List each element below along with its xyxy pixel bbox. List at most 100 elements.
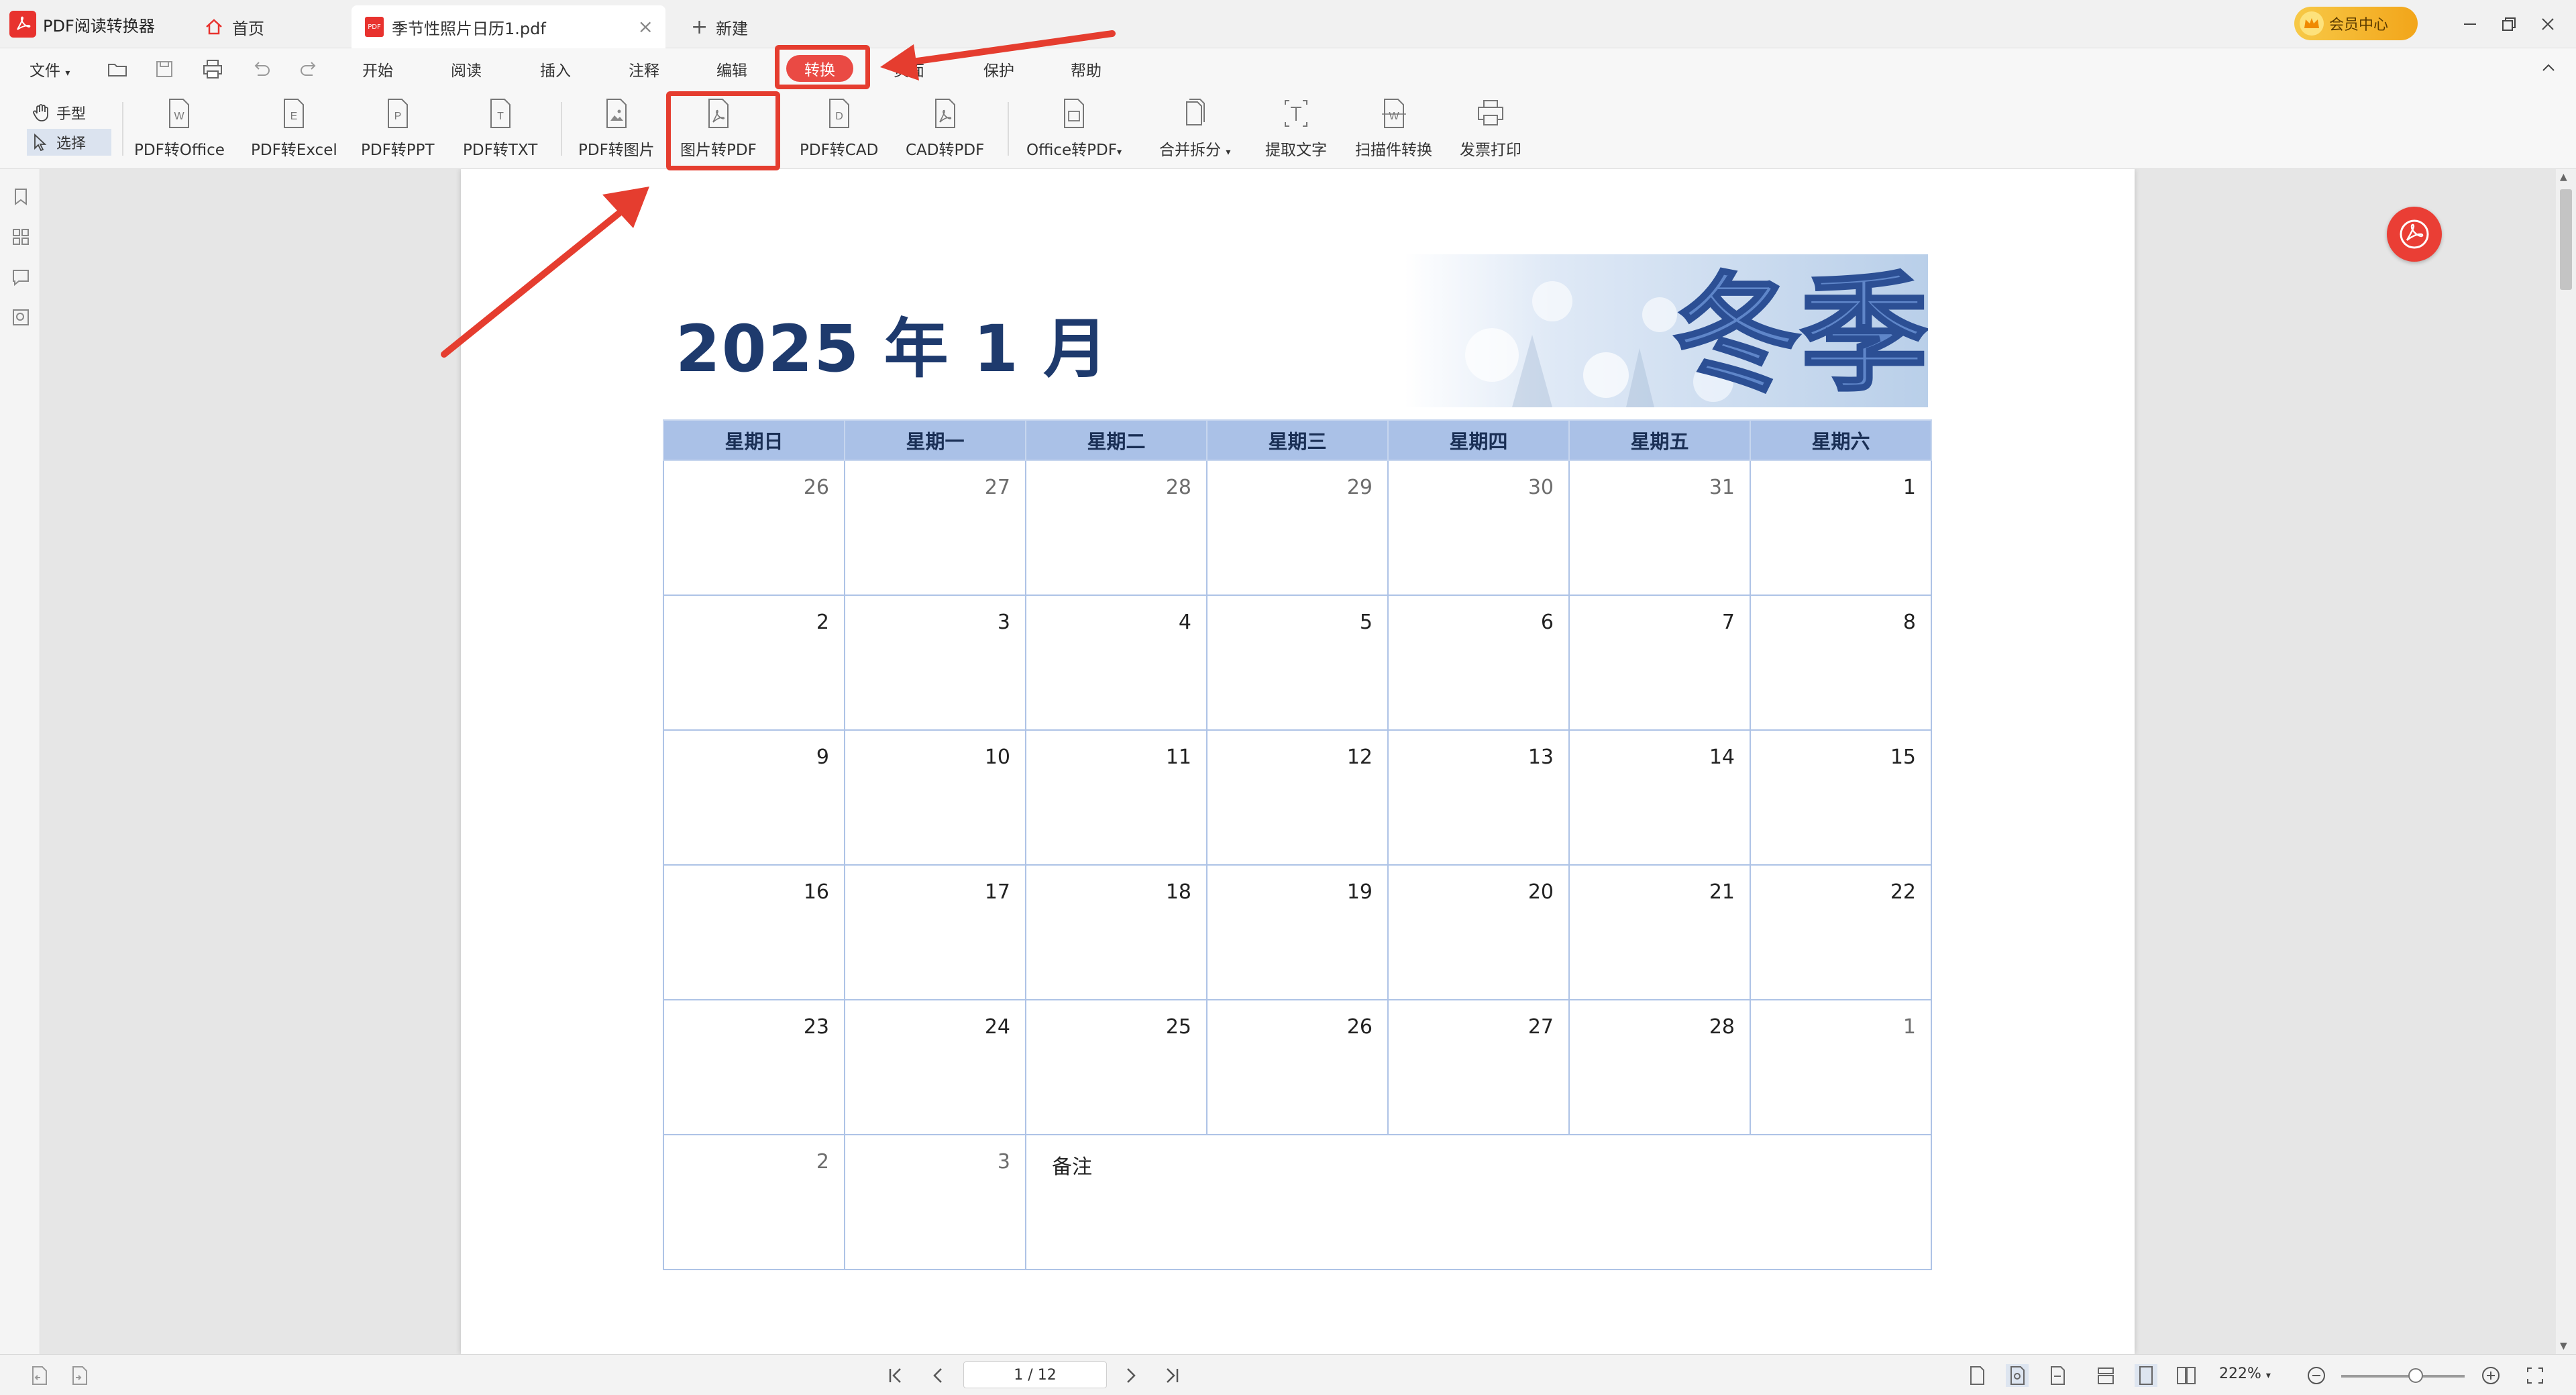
day-cell: 3 — [844, 595, 1026, 731]
day-cell: 16 — [663, 864, 845, 1000]
vertical-scrollbar[interactable]: ▲ ▼ — [2556, 169, 2576, 1354]
day-cell: 27 — [1387, 999, 1570, 1135]
pdf-to-txt-button[interactable]: T PDF转TXT — [463, 97, 537, 160]
menu-file[interactable]: 文件 ▾ — [30, 58, 70, 81]
scan-convert-button[interactable]: W 扫描件转换 — [1355, 97, 1432, 160]
tab-new[interactable]: + 新建 — [678, 5, 761, 48]
day-cell: 6 — [1387, 595, 1570, 731]
menu-help[interactable]: 帮助 — [1071, 58, 1102, 81]
scrollbar-thumb[interactable] — [2560, 189, 2572, 290]
undo-icon — [254, 62, 270, 76]
day-cell: 22 — [1750, 864, 1932, 1000]
document-view[interactable]: 2025 年 1 月 冬季 星期日 星期一 星期二 星期三 星期四 星期五 星期… — [40, 169, 2556, 1354]
restore-button[interactable] — [2494, 9, 2524, 39]
two-page-icon — [2177, 1367, 2196, 1384]
day-cell: 5 — [1206, 595, 1389, 731]
pdf-to-excel-label: PDF转Excel — [251, 142, 337, 159]
vip-center-button[interactable]: 会员中心 — [2294, 7, 2418, 40]
svg-text:T: T — [497, 111, 504, 122]
ribbon-separator — [122, 102, 123, 156]
next-document-button[interactable] — [68, 1364, 91, 1387]
prev-document-button[interactable] — [28, 1364, 51, 1387]
fullscreen-icon — [2527, 1367, 2543, 1384]
close-window-button[interactable] — [2533, 9, 2563, 39]
week-row: 26 27 28 29 30 31 1 — [663, 460, 1932, 596]
weekday-header: 星期三 — [1206, 419, 1389, 461]
hand-tool-button[interactable]: 手型 — [27, 99, 111, 126]
print-button[interactable] — [201, 58, 224, 81]
zoom-slider-handle[interactable] — [2408, 1368, 2423, 1383]
office-to-pdf-button[interactable]: Office转PDF▾ — [1026, 97, 1122, 160]
weekday-header: 星期一 — [844, 419, 1026, 461]
merge-split-button[interactable]: 合并拆分 ▾ — [1159, 97, 1230, 160]
menu-edit[interactable]: 编辑 — [716, 58, 747, 81]
search-panel-button[interactable] — [11, 307, 31, 327]
pdf-to-office-button[interactable]: W PDF转Office — [134, 97, 225, 160]
day-cell: 24 — [844, 999, 1026, 1135]
menu-annotate[interactable]: 注释 — [629, 58, 659, 81]
office-to-pdf-text: Office转PDF — [1026, 142, 1117, 159]
svg-text:W: W — [174, 111, 185, 122]
prev-page-button[interactable] — [927, 1364, 950, 1387]
day-cell: 8 — [1750, 595, 1932, 731]
highlight-image-to-pdf — [666, 91, 780, 170]
menu-protect[interactable]: 保护 — [983, 58, 1014, 81]
open-folder-button[interactable] — [106, 58, 129, 81]
pdf-to-ppt-button[interactable]: P PDF转PPT — [361, 97, 435, 160]
redo-button[interactable] — [298, 58, 321, 81]
menu-page[interactable]: 页面 — [894, 58, 924, 81]
last-page-button[interactable] — [1161, 1364, 1183, 1387]
ribbon-toolbar: 手型 选择 W PDF转Office E PDF转Excel P PDF转PPT… — [0, 90, 2576, 169]
pdf-to-excel-button[interactable]: E PDF转Excel — [251, 97, 337, 160]
actual-size-button[interactable] — [2006, 1364, 2029, 1387]
zoom-in-button[interactable] — [2479, 1364, 2502, 1387]
day-cell: 29 — [1206, 460, 1389, 596]
cad-to-pdf-button[interactable]: CAD转PDF — [906, 97, 984, 160]
pdf-to-cad-button[interactable]: D PDF转CAD — [800, 97, 878, 160]
last-page-icon — [1167, 1368, 1179, 1383]
day-cell: 26 — [663, 460, 845, 596]
extract-text-button[interactable]: 提取文字 — [1265, 97, 1327, 160]
day-cell: 1 — [1750, 999, 1932, 1135]
fit-page-button[interactable] — [1966, 1364, 1988, 1387]
fullscreen-button[interactable] — [2524, 1364, 2546, 1387]
pdf-to-cad-label: PDF转CAD — [800, 142, 879, 159]
scroll-up-icon[interactable]: ▲ — [2560, 172, 2567, 183]
continuous-view-button[interactable] — [2135, 1364, 2157, 1387]
zoom-out-button[interactable] — [2305, 1364, 2328, 1387]
floating-app-button[interactable] — [2387, 207, 2442, 262]
invoice-print-button[interactable]: 发票打印 — [1460, 97, 1521, 160]
undo-button[interactable] — [250, 58, 272, 81]
svg-text:D: D — [835, 111, 843, 122]
week-row: 16 17 18 19 20 21 22 — [663, 864, 1932, 1000]
day-cell: 3 — [844, 1134, 1026, 1270]
menu-start[interactable]: 开始 — [362, 58, 393, 81]
comment-panel-button[interactable] — [11, 267, 31, 287]
tab-home[interactable]: 首页 — [191, 5, 278, 48]
select-tool-button[interactable]: 选择 — [27, 129, 111, 156]
minimize-button[interactable] — [2455, 9, 2485, 39]
caret-down-icon: ▾ — [1116, 147, 1122, 158]
next-page-button[interactable] — [1119, 1364, 1142, 1387]
fit-width-icon — [2051, 1366, 2065, 1385]
page-left-icon — [32, 1366, 47, 1385]
fit-page-icon — [1970, 1366, 1984, 1385]
fit-width-button[interactable] — [2046, 1364, 2069, 1387]
pdf-to-image-button[interactable]: PDF转图片 — [578, 97, 655, 160]
menu-read[interactable]: 阅读 — [451, 58, 482, 81]
zoom-level-select[interactable]: 222% ▾ — [2219, 1365, 2271, 1382]
page-number-field[interactable]: 1 / 12 — [963, 1361, 1107, 1388]
single-page-view-button[interactable] — [2094, 1364, 2117, 1387]
merge-split-icon — [1186, 99, 1205, 125]
scroll-down-icon[interactable]: ▼ — [2560, 1341, 2567, 1351]
two-page-view-button[interactable] — [2175, 1364, 2198, 1387]
collapse-ribbon-button[interactable] — [2540, 59, 2557, 76]
thumbnail-panel-button[interactable] — [11, 227, 31, 247]
tab-document[interactable]: PDF 季节性照片日历1.pdf × — [352, 5, 665, 48]
close-tab-icon[interactable]: × — [638, 17, 653, 36]
save-button[interactable] — [153, 58, 176, 81]
bookmark-panel-button[interactable] — [11, 187, 31, 207]
zoom-slider-track[interactable] — [2341, 1375, 2465, 1378]
menu-insert[interactable]: 插入 — [540, 58, 571, 81]
first-page-button[interactable] — [884, 1364, 907, 1387]
